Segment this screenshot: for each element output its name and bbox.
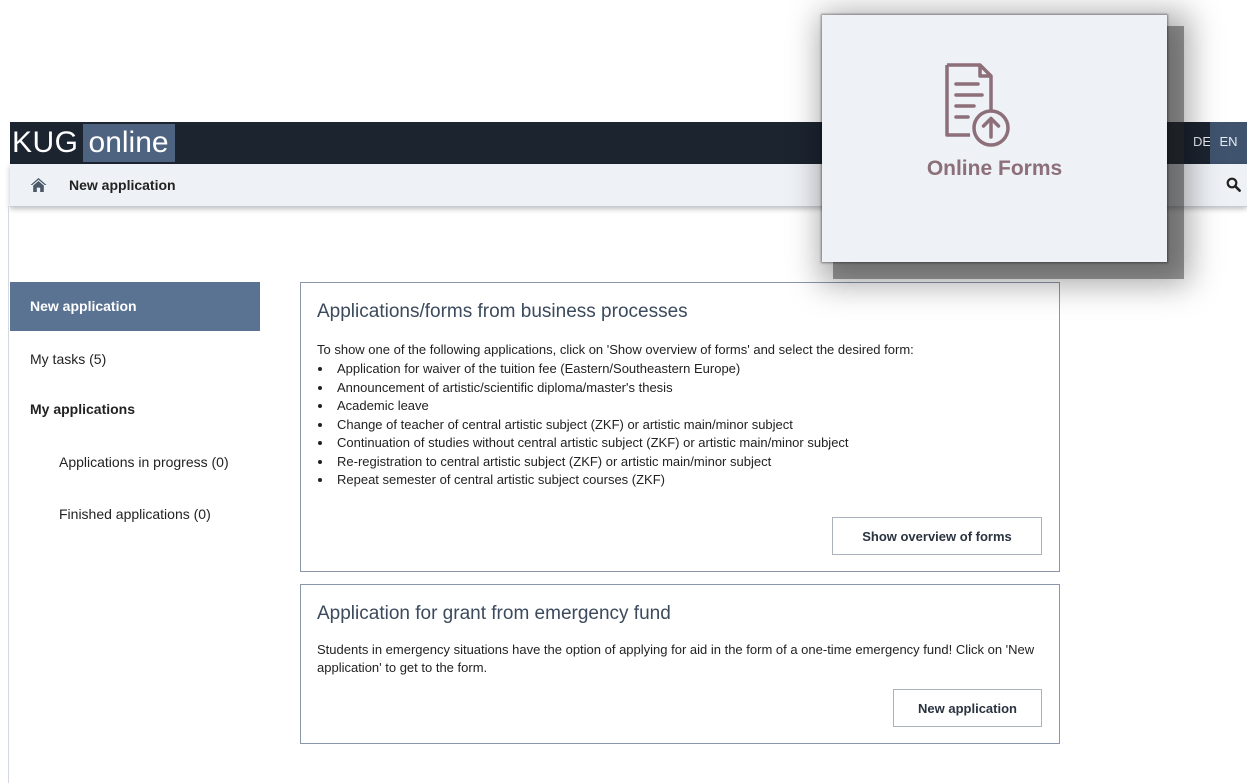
logo-kug-text: KUG <box>12 126 79 159</box>
card-intro-text: To show one of the following application… <box>317 342 914 357</box>
list-item: Continuation of studies without central … <box>333 434 849 453</box>
online-forms-tile[interactable]: Online Forms <box>822 15 1167 262</box>
business-processes-card: Applications/forms from business process… <box>300 282 1060 572</box>
sidebar-item-my-tasks[interactable]: My tasks (5) <box>30 351 106 367</box>
list-item: Change of teacher of central artistic su… <box>333 416 849 435</box>
sidebar-item-new-application[interactable]: New application <box>10 282 260 331</box>
breadcrumb-current: New application <box>69 177 176 193</box>
content-left-border <box>8 206 9 783</box>
list-item: Application for waiver of the tuition fe… <box>333 360 849 379</box>
emergency-fund-card: Application for grant from emergency fun… <box>300 584 1060 744</box>
card-title: Applications/forms from business process… <box>317 301 688 322</box>
document-upload-icon <box>944 59 1044 159</box>
sidebar: New application My tasks (5) My applicat… <box>10 282 260 522</box>
sidebar-item-my-applications[interactable]: My applications <box>30 401 135 417</box>
list-item: Re-registration to central artistic subj… <box>333 453 849 472</box>
sidebar-item-applications-in-progress[interactable]: Applications in progress (0) <box>59 454 229 470</box>
card-description-text: Students in emergency situations have th… <box>317 642 1035 675</box>
home-icon[interactable] <box>30 177 47 193</box>
forms-list: Application for waiver of the tuition fe… <box>317 360 849 490</box>
kug-online-logo[interactable]: KUG online <box>10 122 175 164</box>
list-item: Repeat semester of central artistic subj… <box>333 471 849 490</box>
list-item: Academic leave <box>333 397 849 416</box>
list-item: Announcement of artistic/scientific dipl… <box>333 379 849 398</box>
search-icon[interactable] <box>1226 177 1241 192</box>
show-overview-of-forms-button[interactable]: Show overview of forms <box>832 517 1042 555</box>
logo-online-text: online <box>82 124 175 162</box>
sidebar-item-finished-applications[interactable]: Finished applications (0) <box>59 506 211 522</box>
language-en-link[interactable]: EN <box>1210 122 1247 164</box>
online-forms-label: Online Forms <box>926 157 1063 180</box>
card-title: Application for grant from emergency fun… <box>317 603 671 624</box>
new-application-button[interactable]: New application <box>893 689 1042 727</box>
